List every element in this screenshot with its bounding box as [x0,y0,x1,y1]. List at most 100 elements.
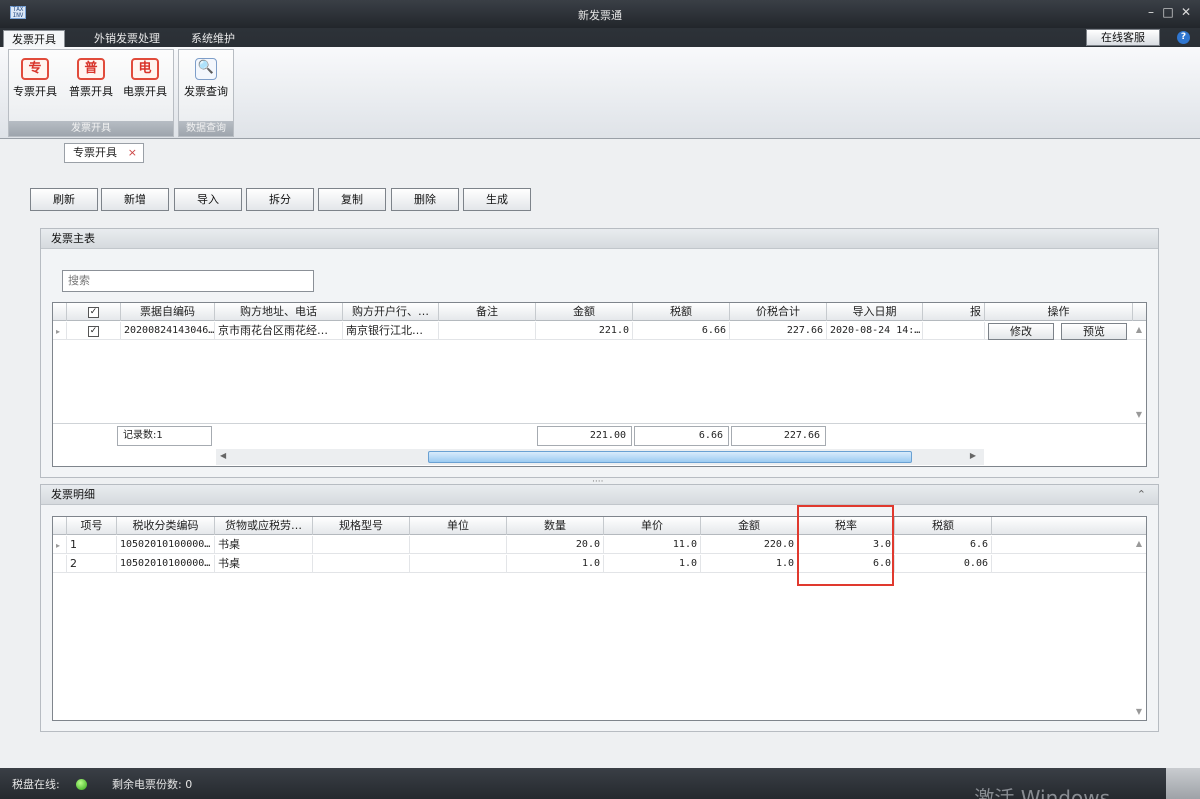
normal-invoice-icon: 普 [77,58,105,80]
online-service-button[interactable]: 在线客服 [1086,29,1160,46]
cell-bank: 南京银行江北… [343,322,439,340]
master-header-row: ✓ 票据自编码 购方地址、电话 购方开户行、… 备注 金额 税额 价税合计 导入… [53,303,1146,321]
select-all-checkbox[interactable]: ✓ [67,303,121,321]
import-button[interactable]: 导入 [174,188,242,211]
generate-button[interactable]: 生成 [463,188,531,211]
ribbon: 专 专票开具 普 普票开具 电 电票开具 发票开具 🔍 发票查询 数据查询 [0,47,1200,139]
horizontal-scrollbar[interactable]: ◀ ▶ [216,449,984,465]
invoice-query-button[interactable]: 🔍 发票查询 [180,56,232,106]
cell-tax: 6.66 [633,322,730,340]
row-indicator-header [53,303,67,321]
col-detail-tax[interactable]: 税额 [895,517,992,535]
resize-grip-icon[interactable] [1166,768,1200,799]
preview-button[interactable]: 预览 [1061,323,1127,340]
special-invoice-label: 专票开具 [13,85,57,98]
e-invoice-button[interactable]: 电 电票开具 [119,56,171,106]
col-detail-amount[interactable]: 金额 [701,517,798,535]
scroll-up-icon[interactable]: ▲ [1136,325,1142,334]
delete-button[interactable]: 删除 [391,188,459,211]
master-panel-title: 发票主表 [41,229,1158,249]
cell-tax-code: 10502010100000… [117,536,215,554]
scroll-down-icon[interactable]: ▼ [1136,410,1142,419]
col-unit[interactable]: 单位 [410,517,507,535]
col-code[interactable]: 票据自编码 [121,303,215,321]
cell-tax-code: 10502010100000… [117,555,215,573]
help-icon[interactable]: ? [1177,31,1190,44]
cell-spec [313,536,410,554]
cell-note [439,322,536,340]
col-operation: 操作 [985,303,1133,321]
cell-unit [410,536,507,554]
ribbon-group-label: 数据查询 [179,121,233,136]
scroll-up-icon[interactable]: ▲ [1136,539,1142,548]
tab-invoice-issue[interactable]: 发票开具 [3,30,65,47]
copy-button[interactable]: 复制 [318,188,386,211]
col-goods-name[interactable]: 货物或应税劳… [215,517,313,535]
online-status-icon [76,777,87,790]
cell-total: 227.66 [730,322,827,340]
ribbon-group-query: 🔍 发票查询 数据查询 [178,49,234,137]
cell-goods-name: 书桌 [215,536,313,554]
col-amount[interactable]: 金额 [536,303,633,321]
col-bank[interactable]: 购方开户行、… [343,303,439,321]
minimize-icon[interactable]: – [1144,5,1158,19]
scroll-right-icon[interactable]: ▶ [970,451,976,460]
cell-amount: 1.0 [701,555,798,573]
sum-amount: 221.00 [537,426,632,446]
title-bar: TAX INV 新发票通 – □ ✕ [0,0,1200,28]
table-row[interactable]: ▸ ✓ 20200824143046… 京市雨花台区雨花经… 南京银行江北… 2… [53,322,1146,340]
normal-invoice-button[interactable]: 普 普票开具 [65,56,117,106]
tab-export-invoice[interactable]: 外销发票处理 [86,30,168,47]
col-date[interactable]: 导入日期 [827,303,923,321]
col-total[interactable]: 价税合计 [730,303,827,321]
invoice-query-label: 发票查询 [184,85,228,98]
col-tax[interactable]: 税额 [633,303,730,321]
cell-tax: 0.06 [895,555,992,573]
special-invoice-button[interactable]: 专 专票开具 [9,56,61,106]
cell-unit [410,555,507,573]
disk-online-label: 税盘在线: [12,778,60,791]
split-button[interactable]: 拆分 [246,188,314,211]
col-tax-code[interactable]: 税收分类编码 [117,517,215,535]
cell-address: 京市雨花台区雨花经… [215,322,343,340]
cell-unit-price: 11.0 [604,536,701,554]
search-input[interactable]: 搜索 [62,270,314,292]
doc-tab-label: 专票开具 [73,146,117,159]
scrollbar-thumb[interactable] [428,451,912,463]
add-button[interactable]: 新增 [101,188,169,211]
close-tab-icon[interactable]: × [128,144,137,162]
col-address[interactable]: 购方地址、电话 [215,303,343,321]
col-item-no[interactable]: 项号 [67,517,117,535]
col-note[interactable]: 备注 [439,303,536,321]
cell-code: 20200824143046… [121,322,215,340]
edit-button[interactable]: 修改 [988,323,1054,340]
col-quantity[interactable]: 数量 [507,517,604,535]
cell-goods-name: 书桌 [215,555,313,573]
record-count: 记录数:1 [117,426,212,446]
e-invoice-label: 电票开具 [123,85,167,98]
scroll-down-icon[interactable]: ▼ [1136,707,1142,716]
doc-tab-special-invoice[interactable]: 专票开具 × [64,143,144,163]
remaining-einvoice: 剩余电票份数: 0 [112,778,193,791]
ribbon-group-issue: 专 专票开具 普 普票开具 电 电票开具 发票开具 [8,49,174,137]
cell-date: 2020-08-24 14:… [827,322,923,340]
cell-item-no: 1 [67,536,117,554]
cell-spec [313,555,410,573]
row-checkbox[interactable]: ✓ [67,322,121,340]
col-spec[interactable]: 规格型号 [313,517,410,535]
scroll-left-icon[interactable]: ◀ [220,451,226,460]
col-report[interactable]: 报 [923,303,985,321]
maximize-icon[interactable]: □ [1161,5,1175,19]
collapse-icon[interactable]: ⌃ [1137,488,1146,501]
detail-header-row: 项号 税收分类编码 货物或应税劳… 规格型号 单位 数量 单价 金额 税率 税额 [53,517,1146,535]
table-row[interactable]: 2 10502010100000… 书桌 1.0 1.0 1.0 6.0 0.0… [53,555,1146,573]
close-icon[interactable]: ✕ [1179,5,1193,19]
col-unit-price[interactable]: 单价 [604,517,701,535]
table-row[interactable]: ▸ 1 10502010100000… 书桌 20.0 11.0 220.0 3… [53,536,1146,554]
tab-system-maintenance[interactable]: 系统维护 [183,30,243,47]
special-invoice-icon: 专 [21,58,49,80]
activation-watermark: 激活 Windows [974,786,1110,799]
cell-quantity: 1.0 [507,555,604,573]
tax-rate-highlight [797,505,894,586]
refresh-button[interactable]: 刷新 [30,188,98,211]
